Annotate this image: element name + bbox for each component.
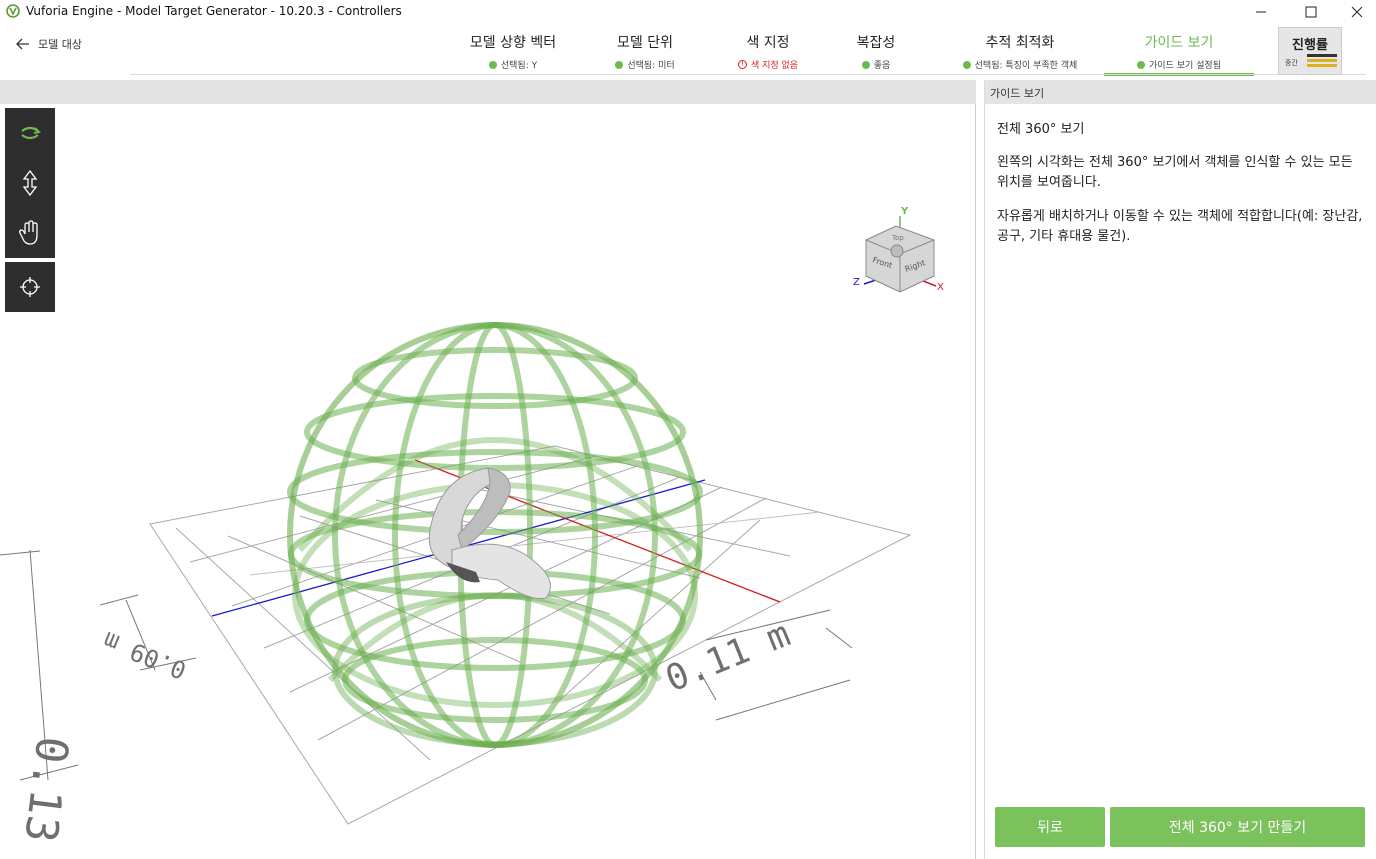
hand-icon [19, 220, 38, 245]
back-to-model-target-link[interactable]: 모델 대상 [16, 34, 82, 54]
close-button[interactable] [1334, 0, 1376, 24]
step-status: 색 지정 없음 [750, 61, 799, 71]
hand-tool-button[interactable] [5, 208, 55, 258]
progress-bars-icon [1307, 54, 1337, 69]
step-title: 복잡성 [856, 35, 896, 51]
window-title: Vuforia Engine - Model Target Generator … [26, 4, 402, 18]
step-status: 선택됨: Y [500, 61, 538, 71]
rotate-tool-button[interactable] [5, 108, 55, 158]
back-link-label: 모델 대상 [38, 38, 82, 51]
step-title: 모델 단위 [617, 35, 673, 51]
viewport-header [0, 80, 976, 104]
create-360-view-button[interactable]: 전체 360° 보기 만들기 [1110, 807, 1365, 847]
orientation-cube[interactable]: Top Front Right Y X Z [853, 206, 944, 293]
z-axis-label: Z [853, 277, 860, 288]
status-dot-icon [861, 60, 870, 69]
step-complexity[interactable]: 복잡성 좋음 [836, 26, 916, 74]
step-model-units[interactable]: 모델 단위 선택됨: 미터 [590, 26, 700, 74]
status-dot-icon [1137, 60, 1146, 69]
focus-tool-button[interactable] [5, 262, 55, 312]
height-dimension-label: 0.13 m [8, 734, 78, 859]
progress-indicator[interactable]: 진행률 중간 [1278, 27, 1342, 75]
back-button[interactable]: 뒤로 [995, 807, 1105, 847]
3d-viewport[interactable]: 0.13 m 0.09 m 0.11 m Top Front Right Y X… [0, 80, 976, 859]
progress-title: 진행률 [1292, 38, 1328, 53]
step-status: 가이드 보기 설정됨 [1149, 61, 1221, 71]
viewport-toolbar [5, 108, 55, 258]
step-title: 가이드 보기 [1144, 35, 1214, 51]
panel-description-2: 자유롭게 배치하거나 이동할 수 있는 객체에 적합합니다(예: 장난감, 공구… [997, 209, 1363, 244]
rotate-icon [21, 126, 42, 140]
step-title: 모델 상향 벡터 [469, 35, 557, 51]
panel-description-1: 왼쪽의 시각화는 전체 360° 보기에서 객체를 인식할 수 있는 모든 위치… [997, 155, 1353, 190]
title-bar: Vuforia Engine - Model Target Generator … [0, 0, 1376, 24]
step-tracking-optimization[interactable]: 추적 최적화 선택됨: 특징이 부족한 객체 [940, 26, 1100, 74]
status-dot-icon [615, 60, 624, 69]
step-title: 추적 최적화 [985, 35, 1055, 51]
app-logo-icon [6, 4, 20, 18]
depth-dimension-label: 0.09 m [99, 626, 190, 684]
error-icon: ! [737, 60, 747, 69]
maximize-button[interactable] [1288, 0, 1334, 24]
cube-face-top: Top [891, 234, 904, 242]
target-icon [20, 277, 40, 297]
status-dot-icon [962, 60, 971, 69]
guide-view-sphere [287, 322, 703, 748]
pan-tool-button[interactable] [5, 158, 55, 208]
arrow-left-icon [16, 38, 29, 50]
scene-canvas[interactable]: 0.13 m 0.09 m 0.11 m Top Front Right Y X… [0, 104, 976, 859]
step-status: 선택됨: 특징이 부족한 객체 [974, 61, 1078, 71]
step-title: 색 지정 [746, 35, 790, 51]
pan-vertical-icon [22, 169, 38, 197]
step-up-vector[interactable]: 모델 상향 벡터 선택됨: Y [450, 26, 576, 74]
status-dot-icon [488, 60, 497, 69]
minimize-icon [1256, 11, 1266, 13]
maximize-icon [1305, 6, 1317, 18]
close-icon [1351, 6, 1363, 18]
panel-title: 전체 360° 보기 [997, 122, 1085, 137]
progress-level: 중간 [1285, 59, 1298, 67]
panel-header: 가이드 보기 [985, 80, 1376, 104]
step-coloring[interactable]: 색 지정 ! 색 지정 없음 [716, 26, 820, 74]
header-divider [130, 74, 1366, 75]
step-status: 선택됨: 미터 [627, 61, 675, 71]
step-status: 좋음 [873, 61, 891, 71]
guide-view-panel: 가이드 보기 전체 360° 보기 왼쪽의 시각화는 전체 360° 보기에서 … [984, 80, 1376, 859]
minimize-button[interactable] [1238, 0, 1284, 24]
y-axis-label: Y [900, 206, 909, 217]
step-guide-view[interactable]: 가이드 보기 가이드 보기 설정됨 [1104, 26, 1254, 76]
x-axis-label: X [937, 282, 944, 293]
